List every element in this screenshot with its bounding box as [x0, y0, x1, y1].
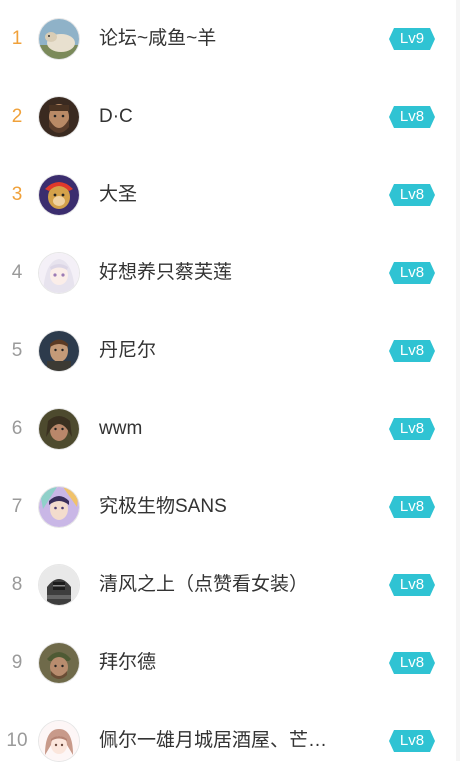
level-badge: Lv8	[389, 106, 435, 128]
rank-number: 4	[11, 262, 23, 283]
warrior-avatar-icon[interactable]	[39, 409, 79, 449]
username[interactable]: 论坛~咸鱼~羊	[99, 27, 216, 51]
rank-number: 3	[11, 184, 23, 205]
bearded-man-avatar-icon[interactable]	[39, 97, 79, 137]
anime-girl-avatar-icon[interactable]	[39, 253, 79, 293]
username[interactable]: 好想养只蔡芙莲	[99, 261, 232, 285]
ranking-row[interactable]: 9 拜尔德 Lv8	[0, 624, 460, 702]
level-text: Lv8	[399, 420, 425, 437]
rank-number: 8	[11, 574, 23, 595]
level-badge: Lv8	[389, 418, 435, 440]
level-text: Lv8	[399, 576, 425, 593]
username[interactable]: 拜尔德	[99, 651, 156, 675]
chibi-girl-avatar-icon[interactable]	[39, 721, 79, 761]
scrollbar-track[interactable]	[456, 0, 460, 761]
level-badge: Lv8	[389, 262, 435, 284]
ranking-row[interactable]: 7 究极生物SANS Lv8	[0, 468, 460, 546]
level-text: Lv8	[399, 186, 425, 203]
level-badge: Lv8	[389, 652, 435, 674]
rank-number: 5	[11, 340, 23, 361]
armored-knight-avatar-icon[interactable]	[39, 565, 79, 605]
level-text: Lv9	[399, 30, 425, 47]
ranking-row[interactable]: 5 丹尼尔 Lv8	[0, 312, 460, 390]
monkey-king-avatar-icon[interactable]	[39, 175, 79, 215]
anime-character-avatar-icon[interactable]	[39, 487, 79, 527]
ranking-row[interactable]: 3 大圣 Lv8	[0, 156, 460, 234]
rank-number: 7	[11, 496, 23, 517]
username[interactable]: 大圣	[99, 183, 137, 207]
sheep-avatar-icon[interactable]	[39, 19, 79, 59]
level-badge: Lv9	[389, 28, 435, 50]
username[interactable]: 佩尔一雄月城居酒屋、芒…	[99, 729, 327, 753]
level-badge: Lv8	[389, 730, 435, 752]
rank-number: 9	[11, 652, 23, 673]
man-portrait-avatar-icon[interactable]	[39, 331, 79, 371]
username[interactable]: 丹尼尔	[99, 339, 156, 363]
level-badge: Lv8	[389, 496, 435, 518]
level-badge: Lv8	[389, 574, 435, 596]
rank-number: 10	[6, 730, 28, 751]
level-text: Lv8	[399, 342, 425, 359]
rank-number: 6	[11, 418, 23, 439]
level-text: Lv8	[399, 732, 425, 749]
level-text: Lv8	[399, 264, 425, 281]
username[interactable]: wwm	[99, 417, 142, 441]
ranking-row[interactable]: 8 清风之上（点赞看女装） Lv8	[0, 546, 460, 624]
ranking-row[interactable]: 6 wwm Lv8	[0, 390, 460, 468]
rank-number: 1	[11, 28, 23, 49]
ranking-row[interactable]: 10 佩尔一雄月城居酒屋、芒… Lv8	[0, 702, 460, 780]
level-text: Lv8	[399, 108, 425, 125]
username[interactable]: D·C	[99, 105, 133, 129]
level-text: Lv8	[399, 654, 425, 671]
ranking-row[interactable]: 2 D·C Lv8	[0, 78, 460, 156]
username[interactable]: 究极生物SANS	[99, 495, 227, 519]
rank-number: 2	[11, 106, 23, 127]
ranking-row[interactable]: 4 好想养只蔡芙莲 Lv8	[0, 234, 460, 312]
username[interactable]: 清风之上（点赞看女装）	[99, 573, 308, 597]
level-badge: Lv8	[389, 184, 435, 206]
level-text: Lv8	[399, 498, 425, 515]
ranking-row[interactable]: 1 论坛~咸鱼~羊 Lv9	[0, 0, 460, 78]
level-badge: Lv8	[389, 340, 435, 362]
soldier-avatar-icon[interactable]	[39, 643, 79, 683]
ranking-list: 1 论坛~咸鱼~羊 Lv9 2 D·C Lv8 3 大圣 Lv8 4 好想养只蔡…	[0, 0, 460, 780]
